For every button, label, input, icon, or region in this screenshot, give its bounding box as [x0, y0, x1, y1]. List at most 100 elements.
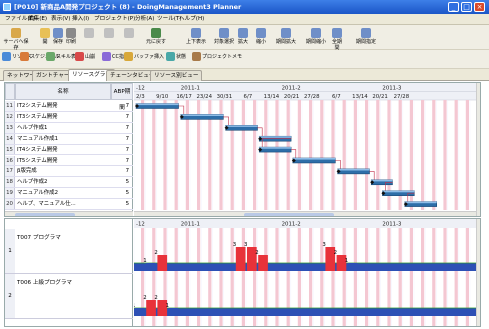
month-label: -12 [136, 222, 145, 228]
toolbar-server-save-button[interactable]: サーバへ保存 [2, 27, 30, 51]
resource-vertical-scrollbar[interactable] [476, 219, 480, 326]
gantt-scrollbar[interactable] [134, 211, 476, 216]
task-row-number: 19 [5, 188, 15, 199]
resource-row-number: 2 [5, 274, 15, 318]
toolbar-leveling-button[interactable]: 山崩 [75, 52, 95, 67]
load-bar[interactable] [347, 263, 358, 271]
menu-project[interactable]: プロジェクト(P) [92, 14, 137, 25]
maximize-button[interactable]: □ [461, 2, 472, 12]
load-bar[interactable] [168, 308, 179, 316]
load-value-label: 3 [322, 242, 325, 248]
task-row[interactable]: 15 IT4システム開発 7 [5, 144, 133, 156]
task-bar-highlight [382, 190, 415, 193]
abp-column-header[interactable]: ABP期間 [111, 83, 133, 111]
toolbar-period-shrink-button[interactable]: 期間縮小 [302, 27, 330, 47]
day-label: 27/28 [394, 94, 410, 100]
task-name: ヘルプ作成1 [17, 124, 48, 131]
toolbar-status-button[interactable]: 状態 [166, 52, 186, 67]
resource-name[interactable]: T006 上級プログラマ [17, 278, 72, 286]
toolbar-undo-button[interactable]: 元に戻す [142, 27, 170, 47]
gantt-chart: -122011-12011-22011-320112/39/1016/1723/… [134, 83, 480, 210]
task-row[interactable]: 12 IT3システム開発 7 [5, 111, 133, 123]
toolbar-label: バッファ挿入 [134, 54, 165, 60]
load-bar[interactable] [146, 263, 156, 271]
task-row-number: 18 [5, 177, 15, 188]
gantt-vertical-scrollbar[interactable] [476, 83, 480, 216]
load-value-label: 3 [233, 242, 236, 248]
task-name: IT3システム開発 [17, 113, 58, 120]
row-number-header [5, 83, 15, 100]
buffer-insert-icon [124, 52, 133, 61]
load-value-label: 1 [166, 303, 169, 309]
toolbar-print-button[interactable]: 印刷 [64, 27, 78, 47]
toolbar-period-set-button[interactable]: 期間指定 [352, 27, 380, 47]
toolbar-zoom-out-button[interactable]: 縮小 [254, 27, 268, 47]
toolbar-paste-button[interactable] [122, 27, 136, 47]
toolbar-skill-table-button[interactable]: スキル表 [46, 52, 76, 67]
dependency-link [369, 171, 375, 180]
toolbar-label: スキル表 [56, 54, 77, 60]
load-bar[interactable] [157, 255, 168, 271]
day-label: 6/7 [332, 94, 341, 100]
toolbar-label: 元に戻す [145, 39, 166, 45]
skill-table-icon [46, 52, 55, 61]
task-row[interactable]: 17 β版完成 7 [5, 166, 133, 178]
gantt-timeline: -122011-12011-22011-320112/39/1016/1723/… [134, 83, 480, 216]
name-column-header[interactable]: 名称 [15, 83, 111, 100]
task-bar-highlight [180, 114, 224, 116]
toolbar-label: 保存 [52, 39, 63, 45]
load-bar[interactable] [235, 247, 246, 271]
menu-edit[interactable]: 編集(E) [26, 14, 49, 25]
save-icon [53, 28, 63, 38]
scroll-thumb[interactable] [244, 213, 334, 216]
weekend-stripe [141, 100, 145, 210]
resource-name[interactable]: T007 プログラマ [17, 233, 61, 241]
task-row[interactable]: 19 マニュアル作成2 5 [5, 188, 133, 200]
task-list-scrollbar[interactable] [5, 211, 133, 216]
close-button[interactable]: × [474, 2, 485, 12]
task-name: マニュアル作成1 [17, 135, 59, 142]
all-period-icon [332, 28, 342, 38]
load-bar[interactable] [135, 308, 145, 316]
dependency-link [335, 160, 341, 169]
toolbar-zoom-in-button[interactable]: 拡大 [236, 27, 250, 47]
toolbar-buffer-insert-button[interactable]: バッファ挿入 [124, 52, 164, 67]
weekend-stripe [432, 100, 436, 210]
menu-view[interactable]: 表示(V) [49, 14, 72, 25]
month-label: 2011-3 [382, 222, 401, 228]
task-row-number: 16 [5, 155, 15, 166]
toolbar-target-select-button[interactable]: 対象選択 [210, 27, 238, 47]
task-row[interactable]: 20 ヘルプ、マニュアル仕... 5 [5, 199, 133, 210]
load-value-label: 3 [244, 242, 247, 248]
task-list: 名称 ABP期間 11 IT2システム開発 7 12 IT3システム開発 7 13 ヘルプ作成… [5, 83, 133, 216]
scroll-thumb[interactable] [15, 213, 75, 216]
load-bar[interactable] [146, 300, 156, 316]
task-row[interactable]: 18 ヘルプ作成2 5 [5, 177, 133, 189]
toolbar-period-expand-button[interactable]: 期間拡大 [272, 27, 300, 47]
task-abp-period: 7 [125, 113, 129, 120]
toolbar-layout-toggle-button[interactable]: 上下表示 [182, 27, 210, 47]
layout-toggle-icon [191, 28, 201, 38]
toolbar-open-button[interactable]: 開 [38, 27, 52, 47]
tab-resource-view[interactable]: リソース別ビュー [150, 70, 203, 81]
month-label: 2011-2 [282, 86, 301, 92]
project-memo-icon [192, 52, 201, 61]
toolbar-copy-button[interactable] [102, 27, 116, 47]
task-row[interactable]: 14 マニュアル作成1 7 [5, 133, 133, 145]
menu-insert[interactable]: 挿入(I) [70, 14, 91, 25]
menu-help[interactable]: ヘルプ(H) [177, 14, 206, 25]
toolbar-cut-button[interactable] [82, 27, 96, 47]
toolbar-all-period-button[interactable]: 全期間 [330, 27, 344, 51]
minimize-button[interactable]: _ [448, 2, 459, 12]
task-row[interactable]: 11 IT2システム開発 7 [5, 101, 133, 112]
window-titlebar[interactable]: [P010] 新商品A開発プロジェクト (8) - DoingManagemen… [0, 0, 489, 14]
task-row[interactable]: 13 ヘルプ作成1 7 [5, 122, 133, 134]
weekend-stripe [241, 100, 245, 210]
undo-icon [151, 28, 161, 38]
menu-analysis[interactable]: 分析(A) [133, 14, 156, 25]
toolbar-save-button[interactable]: 保存 [51, 27, 65, 47]
load-bar[interactable] [258, 255, 268, 271]
toolbar-project-memo-button[interactable]: プロジェクトメモ [192, 52, 242, 67]
task-row[interactable]: 16 IT5システム開発 7 [5, 155, 133, 167]
task-row-number: 11 [5, 101, 15, 111]
